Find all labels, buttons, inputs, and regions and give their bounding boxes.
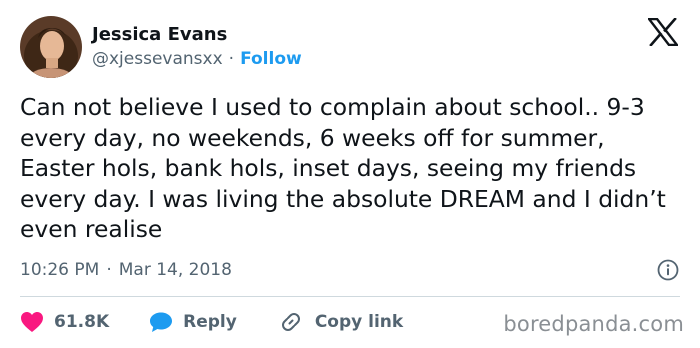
heart-icon [21,312,43,332]
like-button[interactable]: 61.8K [20,311,109,333]
info-icon[interactable] [656,258,680,282]
follow-button[interactable]: Follow [240,47,302,71]
meta-separator: · [106,260,112,280]
copy-link-label: Copy link [314,312,404,332]
divider [20,296,680,297]
tweet-date[interactable]: Mar 14, 2018 [119,260,232,280]
tweet-header: Jessica Evans @xjessevansxx · Follow [20,16,302,78]
tweet-meta: 10:26 PM · Mar 14, 2018 [20,258,680,282]
separator-dot: · [228,49,235,69]
copy-link-button[interactable]: Copy link [279,310,403,334]
x-logo-icon[interactable] [646,17,680,47]
watermark: boredpanda.com [503,312,684,336]
tweet-actions: 61.8K Reply Copy link [20,308,403,336]
tweet-time[interactable]: 10:26 PM [20,260,99,280]
author-display-name[interactable]: Jessica Evans [92,23,302,47]
likes-count: 61.8K [54,312,110,332]
author-handle[interactable]: @xjessevansxx [92,47,223,71]
reply-bubble-icon [150,312,173,332]
avatar[interactable] [20,16,82,78]
tweet-text: Can not believe I used to complain about… [20,93,666,244]
reply-button[interactable]: Reply [149,311,237,333]
reply-label: Reply [183,312,237,332]
avatar-photo-icon [20,16,82,78]
link-icon [281,313,300,331]
